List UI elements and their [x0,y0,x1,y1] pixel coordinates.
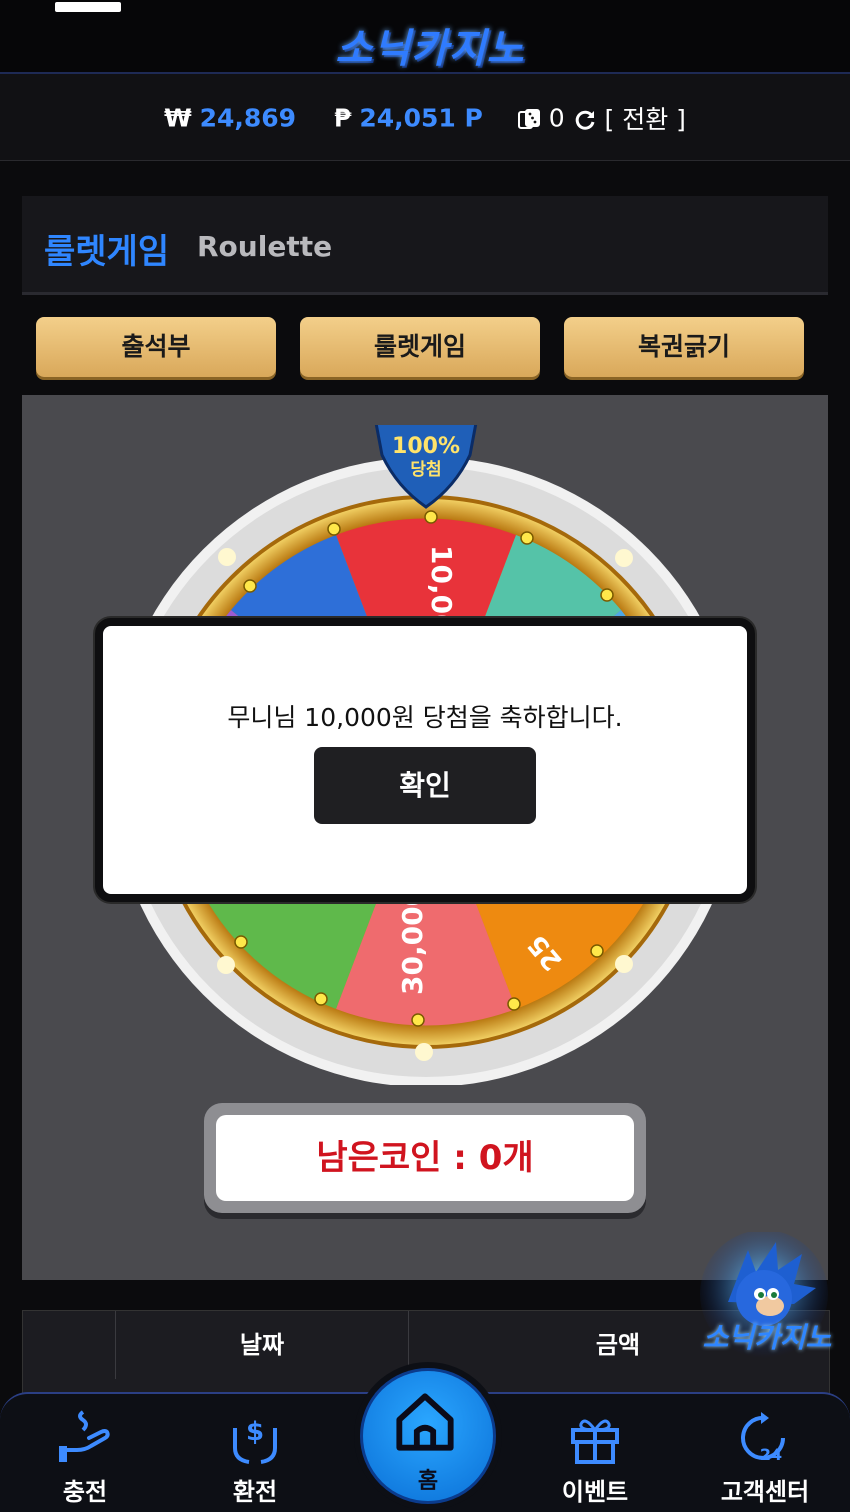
remaining-coins-text: 남은코인 : 0개 [216,1115,634,1201]
nav-withdraw[interactable]: $ 환전 [190,1394,320,1512]
svg-text:100%: 100% [392,434,460,459]
exchange-dollar-icon: $ [233,1417,277,1464]
refresh-icon[interactable] [573,104,605,133]
mascot-logo-text: 소닉카지노 [702,1321,832,1354]
mascot-floating-button[interactable]: 소닉카지노 [698,1230,831,1372]
app-header: 소닉카지노 [0,0,850,74]
deposit-hand-icon [59,1410,110,1462]
svg-text:$: $ [246,1417,264,1447]
point-balance: 24,051 P [359,103,483,133]
balance-bar: ₩ 24,869 ₱ 24,051 P 0 [ 전환 ] [0,74,850,161]
support-24-icon: 24 [741,1412,785,1464]
tab-attendance[interactable]: 출석부 [36,317,276,377]
balance-row: ₩ 24,869 ₱ 24,051 P 0 [ 전환 ] [0,100,850,136]
column-header-date: 날짜 [115,1311,409,1379]
remaining-coins-box: 남은코인 : 0개 [204,1103,646,1213]
win-dialog: 무니님 10,000원 당첨을 축하합니다. 확인 [95,618,755,902]
nav-event-label: 이벤트 [561,1478,629,1506]
page-title-box: 룰렛게임 Roulette [22,196,828,295]
hamburger-icon[interactable] [55,2,121,12]
nav-deposit-label: 충전 [62,1478,108,1506]
site-logo[interactable]: 소닉카지노 [310,8,550,72]
nav-support-label: 고객센터 [720,1478,810,1506]
nav-home-label: 홈 [417,1469,439,1494]
nav-home-button[interactable]: 홈 [360,1368,496,1504]
gift-icon [571,1419,619,1464]
cash-balance: 24,869 [199,103,297,133]
dice-icon [517,104,549,133]
confirm-button[interactable]: 확인 [314,747,536,824]
home-icon [396,1393,454,1451]
point-icon: ₱ [333,103,352,133]
svg-text:24: 24 [760,1445,782,1464]
svg-text:당첨: 당첨 [410,459,441,480]
won-icon: ₩ [164,103,192,133]
nav-withdraw-label: 환전 [232,1478,278,1506]
nav-support[interactable]: 24 고객센터 [700,1394,830,1512]
tab-scratch-lottery[interactable]: 복권긁기 [564,317,804,377]
win-message: 무니님 10,000원 당첨을 축하합니다. [227,703,623,732]
coin-count: 0 [548,103,565,133]
nav-deposit[interactable]: 충전 [20,1394,150,1512]
logo-text: 소닉카지노 [335,26,525,72]
page-title: 룰렛게임 [44,232,170,272]
tab-roulette[interactable]: 룰렛게임 [300,317,540,377]
wheel-label-30000: 30,000 [396,887,429,995]
switch-button[interactable]: [ 전환 ] [605,105,686,134]
nav-event[interactable]: 이벤트 [530,1394,660,1512]
page-subtitle: Roulette [197,230,333,263]
